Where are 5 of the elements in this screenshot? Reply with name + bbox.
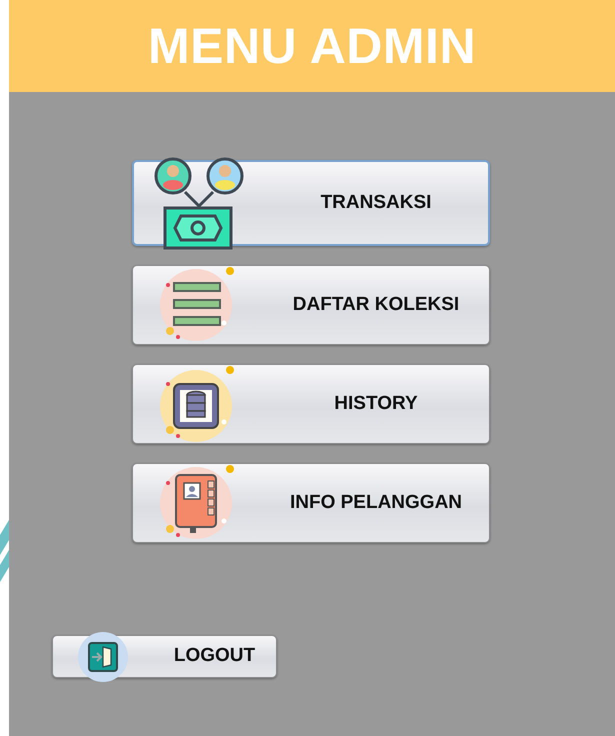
menu-button[interactable]: INFO PELANGGAN [132, 463, 490, 543]
menu-button[interactable]: DAFTAR KOLEKSI [132, 265, 490, 345]
exit-door-icon [77, 630, 129, 682]
header-title: MENU ADMIN [148, 17, 476, 76]
menu-button[interactable]: HISTORY [132, 364, 490, 444]
